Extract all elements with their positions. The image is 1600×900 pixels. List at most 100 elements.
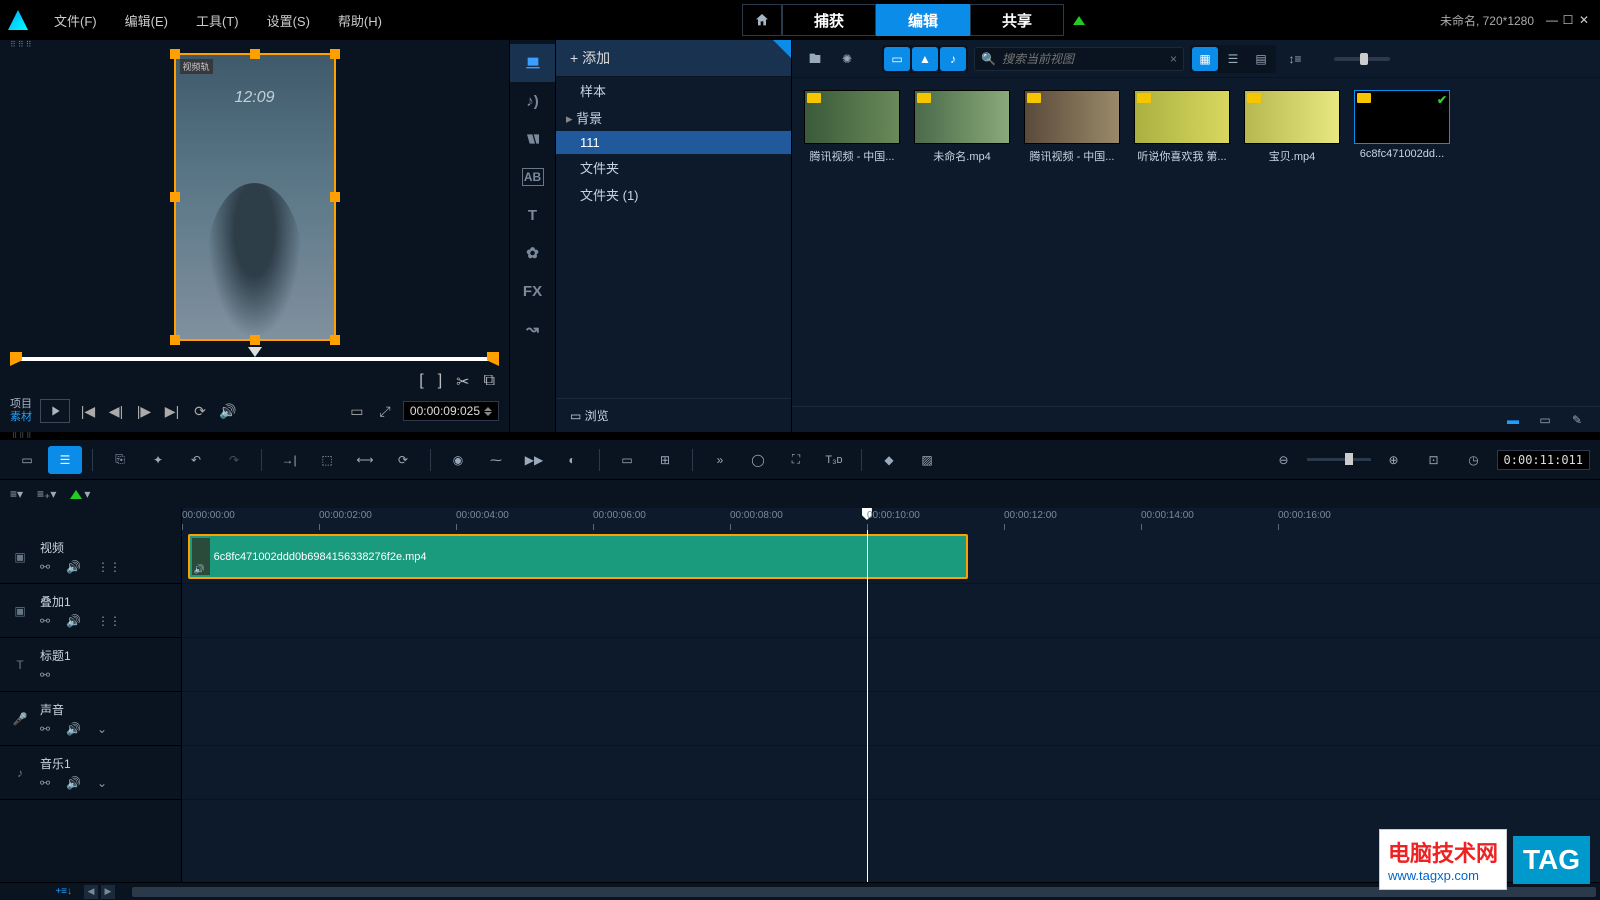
tree-folder-111[interactable]: 111 [556, 131, 791, 154]
track-lane[interactable] [182, 746, 1600, 800]
pin-icon[interactable] [773, 40, 791, 58]
maximize-button[interactable]: ☐ [1560, 12, 1576, 28]
libtab-overlay-icon[interactable]: ✿ [510, 234, 555, 272]
snapshot-button[interactable]: ⧉ [484, 372, 495, 392]
media-item[interactable]: 听说你喜欢我 第... [1134, 90, 1230, 164]
upload-icon[interactable] [1073, 16, 1085, 25]
chroma-button[interactable]: ◐ [555, 446, 589, 474]
media-item[interactable]: 腾讯视频 - 中国... [804, 90, 900, 164]
track-grid-icon[interactable]: ⋮⋮ [97, 560, 121, 574]
menu-settings[interactable]: 设置(S) [253, 11, 324, 30]
split-button[interactable]: ⟷ [348, 446, 382, 474]
motion-button[interactable]: » [703, 446, 737, 474]
track-header[interactable]: ▣ 视频 ⚯🔊⋮⋮ [0, 530, 181, 584]
track-link-icon[interactable]: ⚯ [40, 722, 50, 736]
media-item[interactable]: 腾讯视频 - 中国... [1024, 90, 1120, 164]
next-frame-button[interactable]: |▶ [134, 401, 154, 421]
close-button[interactable]: ✕ [1576, 12, 1592, 28]
storyboard-view-button[interactable]: ▭ [10, 446, 44, 474]
undo-button[interactable]: ↶ [179, 446, 213, 474]
mode-material-label[interactable]: 素材 [10, 411, 32, 424]
media-item[interactable]: 未命名.mp4 [914, 90, 1010, 164]
zoom-out-button[interactable]: ⊖ [1267, 446, 1301, 474]
menu-tools[interactable]: 工具(T) [182, 11, 253, 30]
crop-button[interactable]: ⬚ [310, 446, 344, 474]
tree-folder-1[interactable]: 文件夹 (1) [556, 181, 791, 208]
track-header[interactable]: T 标题1 ⚯ [0, 638, 181, 692]
mode-project-label[interactable]: 项目 [10, 398, 32, 411]
loop-button[interactable]: ⟳ [190, 401, 210, 421]
mask-button[interactable]: ◆ [872, 446, 906, 474]
track-vol-icon[interactable]: 🔊 [66, 614, 81, 628]
add-media-button[interactable]: + 添加 [556, 40, 791, 77]
filter-audio-icon[interactable]: ♪ [940, 47, 966, 71]
timeline-view-button[interactable]: ☰ [48, 446, 82, 474]
play-button[interactable] [40, 399, 70, 423]
add-track-button[interactable]: +≡↓ [55, 886, 72, 897]
track-lane[interactable] [182, 692, 1600, 746]
track-header[interactable]: ♪ 音乐1 ⚯🔊⌄ [0, 746, 181, 800]
media-item[interactable]: ✔6c8fc471002dd... [1354, 90, 1450, 160]
scroll-right-button[interactable]: ▶ [101, 885, 115, 899]
playhead-line[interactable] [867, 530, 868, 882]
cut-button[interactable]: ✂ [456, 372, 469, 392]
record-button[interactable]: ✺ [834, 47, 860, 71]
thumb-zoom-slider[interactable] [1334, 57, 1390, 61]
color-button[interactable]: ◉ [441, 446, 475, 474]
mark-out-button[interactable]: ] [438, 372, 442, 392]
volume-button[interactable]: 🔊 [218, 401, 238, 421]
track-link-icon[interactable]: ⚯ [40, 776, 50, 790]
track-chev-icon[interactable]: ⌄ [97, 776, 107, 790]
menu-file[interactable]: 文件(F) [40, 11, 111, 30]
prev-frame-button[interactable]: ◀| [106, 401, 126, 421]
preview-scrubber[interactable] [10, 352, 499, 366]
copy-button[interactable]: ⎘ [103, 446, 137, 474]
expand-preview-button[interactable]: ⤢ [375, 401, 395, 421]
track-options-button[interactable]: ≡▾ [10, 487, 23, 501]
track-lane[interactable] [182, 638, 1600, 692]
mark-in-button[interactable]: [ [419, 372, 423, 392]
timeline-zoom-slider[interactable] [1307, 458, 1371, 461]
track-link-icon[interactable]: ⚯ [40, 614, 50, 628]
track-lane[interactable]: 6c8fc471002ddd0b6984156338276f2e.mp4 🔊 [182, 530, 1600, 584]
track-grid-icon[interactable]: ⋮⋮ [97, 614, 121, 628]
device-preview-button[interactable]: ▭ [347, 401, 367, 421]
track-header[interactable]: 🎤 声音 ⚯🔊⌄ [0, 692, 181, 746]
menu-help[interactable]: 帮助(H) [324, 11, 396, 30]
tools-button[interactable]: ✦ [141, 446, 175, 474]
tab-edit[interactable]: 编辑 [876, 4, 970, 36]
track-add-button[interactable]: ≡₊▾ [37, 487, 56, 501]
timeline-clip[interactable]: 6c8fc471002ddd0b6984156338276f2e.mp4 🔊 [188, 534, 968, 579]
track-chev-icon[interactable]: ⌄ [97, 722, 107, 736]
timecode-down[interactable] [484, 412, 492, 416]
3d-title-button[interactable]: T₃ᴅ [817, 446, 851, 474]
search-box[interactable]: 🔍× [974, 47, 1184, 71]
redo-button[interactable]: ↷ [217, 446, 251, 474]
tree-sample[interactable]: 样本 [556, 77, 791, 104]
go-start-button[interactable]: |◀ [78, 401, 98, 421]
libtab-fx-icon[interactable]: FX [510, 272, 555, 310]
minimize-button[interactable]: — [1544, 12, 1560, 28]
libtab-media-icon[interactable] [510, 44, 555, 82]
track-vol-icon[interactable]: 🔊 [66, 776, 81, 790]
track-vol-icon[interactable]: 🔊 [66, 722, 81, 736]
go-end-button[interactable]: ▶| [162, 401, 182, 421]
search-input[interactable] [1002, 52, 1164, 66]
lib-status-folder-icon[interactable]: ▬ [1500, 408, 1526, 432]
preview-timecode[interactable]: 00:00:09:025 [403, 401, 499, 421]
media-item[interactable]: 宝贝.mp4 [1244, 90, 1340, 164]
lib-status-view-icon[interactable]: ▭ [1532, 408, 1558, 432]
menu-edit[interactable]: 编辑(E) [111, 11, 182, 30]
clock-button[interactable]: ◷ [1457, 446, 1491, 474]
audio-wave-button[interactable]: ⁓ [479, 446, 513, 474]
track-link-icon[interactable]: ⚯ [40, 560, 50, 574]
filter-video-icon[interactable]: ▭ [884, 47, 910, 71]
zoom-in-button[interactable]: ⊕ [1377, 446, 1411, 474]
tab-share[interactable]: 共享 [970, 4, 1064, 36]
tree-background[interactable]: 背景 [556, 104, 791, 131]
grid-button[interactable]: ⊞ [648, 446, 682, 474]
filter-image-icon[interactable]: ▲ [912, 47, 938, 71]
sort-button[interactable]: ↕≡ [1282, 47, 1308, 71]
import-button[interactable] [802, 47, 828, 71]
pan-zoom-button[interactable]: ▨ [910, 446, 944, 474]
